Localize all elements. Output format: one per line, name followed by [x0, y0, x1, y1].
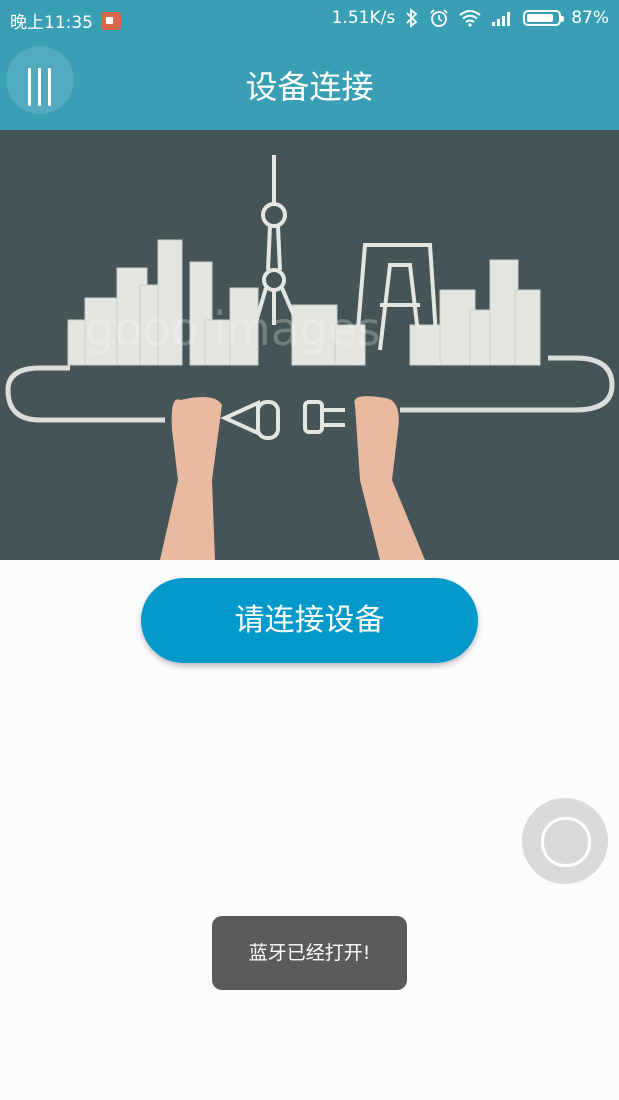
circle-icon — [541, 817, 591, 867]
signal-icon — [492, 12, 511, 26]
bluetooth-icon — [406, 8, 418, 28]
watermark-text: gooo images — [85, 302, 381, 356]
app-bar: 设备连接 — [0, 36, 619, 130]
battery-icon — [523, 10, 565, 26]
wifi-icon — [459, 10, 481, 27]
alarm-icon — [430, 9, 448, 27]
battery-percent: 87% — [571, 8, 609, 28]
connect-device-button[interactable]: 请连接设备 — [141, 578, 478, 663]
status-time: 晚上11:35 — [10, 13, 93, 33]
page-title: 设备连接 — [245, 68, 374, 106]
status-right: 1.51K/s 87% — [332, 8, 609, 28]
hero-image: gooo images — [0, 130, 619, 560]
toast-message: 蓝牙已经打开! — [212, 916, 407, 990]
skyline-plug-illustration: gooo images — [5, 155, 615, 560]
status-bar: 晚上11:35 1.51K/s 87% — [0, 0, 619, 36]
screen-record-icon — [101, 11, 121, 30]
floating-assistive-button[interactable] — [522, 798, 608, 884]
status-left: 晚上11:35 — [10, 8, 121, 33]
battery-fill — [527, 14, 554, 22]
network-speed: 1.51K/s — [331, 8, 396, 28]
